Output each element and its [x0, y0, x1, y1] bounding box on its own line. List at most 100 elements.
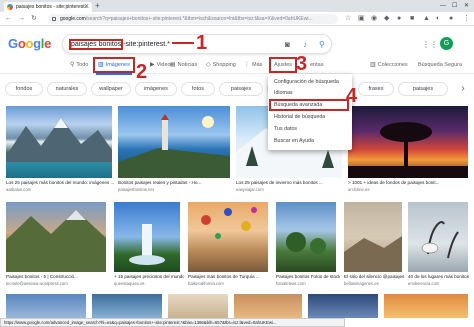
chip[interactable]: wallpaper: [91, 82, 131, 96]
window-close-icon[interactable]: ✕: [464, 1, 469, 11]
extension-icon-4[interactable]: ●: [397, 14, 401, 24]
tab-shopping[interactable]: ◇ Shopping: [206, 60, 236, 70]
new-tab-icon[interactable]: +: [95, 1, 100, 11]
result-image[interactable]: [114, 202, 180, 272]
minimize-icon[interactable]: —: [440, 1, 446, 11]
result-image[interactable]: [92, 294, 162, 318]
result-caption[interactable]: Los 25 paisajes de invierno más bonitos …: [236, 180, 342, 186]
chip[interactable]: paisajes: [219, 82, 263, 96]
mountain-valley-image: [6, 210, 106, 272]
chevron-right-icon[interactable]: ›: [456, 81, 470, 97]
result-caption[interactable]: + 15 paisajes preciosos del mundo ...: [114, 274, 184, 280]
balloons-image: [201, 207, 257, 239]
browser-toolbar: ← → ↻ google.com/search?q=paisajes+bonit…: [0, 12, 474, 26]
search-input[interactable]: paisajes bonitos -site:pinterest.*: [68, 39, 170, 51]
extension-icon-7[interactable]: ◐: [436, 14, 440, 24]
maximize-icon[interactable]: ☐: [452, 1, 457, 11]
menu-item-busqueda-avanzada[interactable]: Búsqueda avanzada: [269, 99, 349, 111]
tab-imagenes[interactable]: ▨ Imágenes: [93, 57, 135, 75]
more-vert-icon: ⋮: [244, 62, 250, 68]
tab-label: entas: [310, 62, 324, 68]
result-source: easyviajar.com: [236, 187, 264, 192]
more-vert-icon[interactable]: ⋮: [463, 14, 470, 24]
menu-item-historial[interactable]: Historial de búsqueda: [274, 113, 325, 121]
result-caption[interactable]: Paisajes más bonitos de Turquía ...: [188, 274, 272, 280]
result-caption[interactable]: Paisajes bonitos Fotos de stock ...: [276, 274, 340, 280]
result-caption[interactable]: > 1001 + ideas de fondos de paisajes bon…: [348, 180, 468, 186]
waterfall-image: [129, 224, 165, 265]
chip[interactable]: fotos: [181, 82, 215, 96]
result-image[interactable]: [408, 202, 468, 272]
menu-item-configuracion[interactable]: Configuración de búsqueda: [274, 78, 339, 86]
result-source: aarbalus.com: [6, 187, 32, 192]
result-source: archzine.es: [348, 187, 370, 192]
extension-icon[interactable]: ▣: [358, 14, 365, 24]
menu-item-tus-datos[interactable]: Tus datos: [274, 125, 297, 133]
result-caption[interactable]: Paisajes bonitos - 5 | Construcció...: [6, 274, 110, 280]
result-image[interactable]: [344, 202, 402, 272]
result-caption[interactable]: Bonitos paisajes reales y pintados - Ho.…: [118, 180, 230, 186]
menu-item-ayuda[interactable]: Buscar en Ayuda: [274, 137, 314, 145]
result-image[interactable]: [308, 294, 378, 318]
annotation-line: [172, 42, 194, 44]
extension-icon-2[interactable]: ◉: [371, 14, 377, 24]
result-image[interactable]: [168, 294, 228, 318]
reload-icon[interactable]: ↻: [31, 14, 37, 24]
result-image[interactable]: [384, 294, 468, 318]
tab-label: Imágenes: [105, 62, 130, 68]
tab-herramientas[interactable]: entas: [310, 60, 323, 70]
tab-label: Ajustes: [274, 62, 293, 68]
tab-label: Todo: [76, 62, 89, 68]
chip[interactable]: paisajes: [398, 82, 448, 96]
news-icon: ▤: [170, 62, 176, 68]
tab-mas[interactable]: ⋮ Más: [244, 60, 262, 70]
back-icon[interactable]: ←: [5, 14, 12, 24]
result-image[interactable]: [6, 294, 86, 318]
forward-icon[interactable]: →: [18, 14, 25, 24]
result-image[interactable]: [276, 202, 336, 272]
annotation-number: 4: [346, 85, 358, 107]
result-image[interactable]: [348, 106, 468, 178]
result-caption[interactable]: El sitio del silencio @paisajes ...: [344, 274, 406, 280]
avatar[interactable]: G: [440, 37, 453, 50]
profile-icon[interactable]: ●: [449, 14, 453, 24]
address-bar[interactable]: google.com/search?q=paisajes+bonitos+-si…: [48, 14, 338, 24]
result-image[interactable]: [6, 202, 106, 272]
field-trees-image: [286, 232, 326, 254]
tab-todo[interactable]: ⚲ Todo: [70, 60, 88, 70]
browser-tab[interactable]: paisajes bonitos - site:pinterest... ✕: [4, 2, 92, 12]
safesearch-link[interactable]: Búsqueda Segura: [418, 60, 462, 70]
menu-item-idiomas[interactable]: Idiomas: [274, 89, 293, 97]
result-image[interactable]: [6, 106, 112, 178]
search-icon[interactable]: ⚲: [319, 39, 325, 51]
result-image[interactable]: [188, 202, 268, 272]
extension-icon-6[interactable]: ▲: [423, 14, 430, 24]
result-caption[interactable]: 40 de los lugares más bonitos ...: [408, 274, 470, 280]
result-image[interactable]: [234, 294, 302, 318]
chip[interactable]: frases: [358, 82, 394, 96]
result-image[interactable]: [118, 106, 230, 178]
extension-icon-3[interactable]: ◆: [384, 14, 389, 24]
google-logo[interactable]: Google: [8, 36, 51, 51]
logo-letter: g: [33, 36, 41, 51]
settings-menu: Configuración de búsqueda Idiomas Búsque…: [268, 74, 352, 150]
extension-icon-5[interactable]: ■: [410, 14, 414, 24]
result-caption[interactable]: Los 25 paisajes más bonitos del mundo: i…: [6, 180, 114, 186]
chip[interactable]: fondos: [5, 82, 43, 96]
chip[interactable]: imágenes: [135, 82, 177, 96]
image-icon: ▨: [98, 62, 104, 68]
tab-ajustes[interactable]: Ajustes: [268, 57, 298, 73]
camera-icon[interactable]: ◙: [285, 39, 290, 51]
star-icon[interactable]: ☆: [345, 14, 351, 24]
apps-grid-icon[interactable]: ⋮⋮: [422, 40, 438, 49]
result-source: bellasimagenes.es: [344, 281, 379, 286]
mountain-lake-image: [6, 118, 112, 162]
mic-icon[interactable]: ♪: [303, 39, 307, 51]
close-tab-icon[interactable]: ✕: [84, 2, 89, 12]
colecciones-link[interactable]: ▥ Colecciones: [370, 60, 408, 70]
tab-noticias[interactable]: ▤ Noticias: [170, 60, 197, 70]
query-highlight: paisajes bonitos: [68, 39, 124, 50]
tab-label: Colecciones: [377, 62, 408, 68]
misty-landscape-image: [344, 236, 402, 272]
chip[interactable]: naturales: [47, 82, 87, 96]
